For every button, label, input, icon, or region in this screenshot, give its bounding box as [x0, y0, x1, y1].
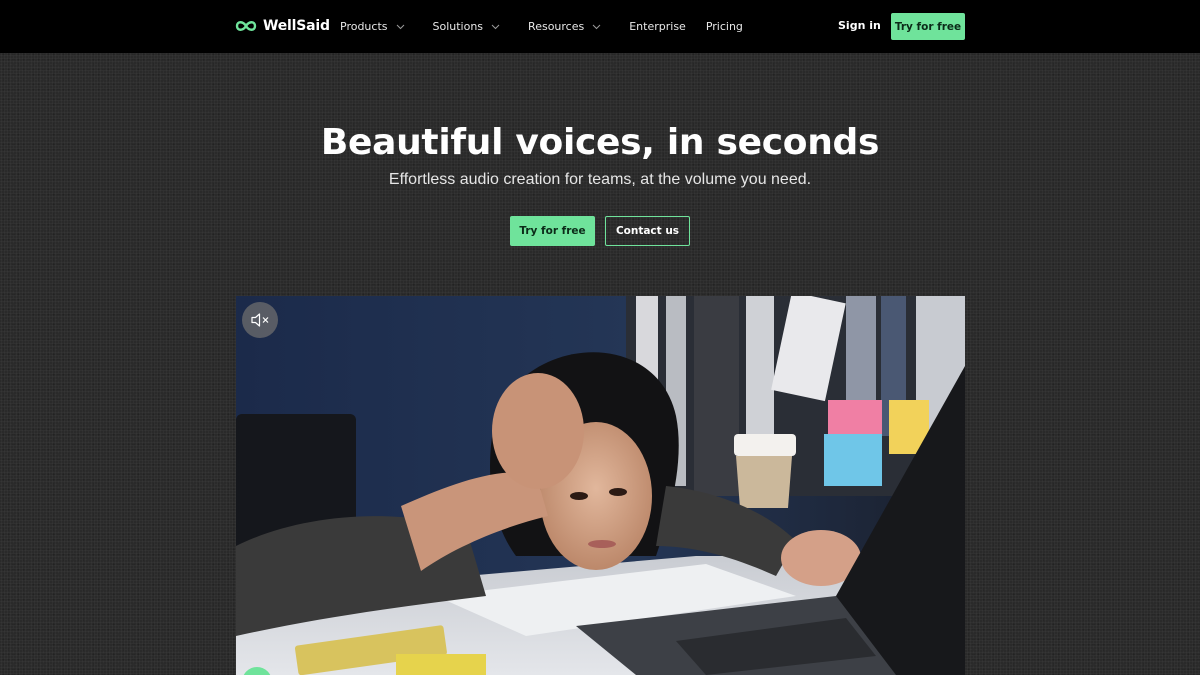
nav-enterprise[interactable]: Enterprise: [629, 20, 686, 33]
nav-pricing-label: Pricing: [705, 20, 743, 33]
nav-resources-label: Resources: [528, 20, 585, 33]
mute-toggle-button[interactable]: [242, 302, 278, 338]
hero-try-free-button[interactable]: Try for free: [510, 216, 595, 246]
contact-us-button[interactable]: Contact us: [605, 216, 690, 246]
nav-solutions[interactable]: Solutions: [433, 20, 501, 33]
nav-enterprise-label: Enterprise: [629, 20, 686, 33]
video-frame-image: [236, 296, 965, 675]
chevron-down-icon: [396, 24, 404, 29]
brand-name: WellSaid: [263, 18, 330, 34]
nav-products[interactable]: Products: [340, 20, 405, 33]
brand-logo[interactable]: WellSaid: [235, 16, 330, 36]
nav-solutions-label: Solutions: [432, 20, 484, 33]
hero-video[interactable]: [236, 296, 965, 675]
hero-subtitle: Effortless audio creation for teams, at …: [388, 171, 812, 188]
top-navbar: WellSaid Products Solutions Resources En…: [0, 0, 1200, 53]
nav-resources[interactable]: Resources: [528, 20, 601, 33]
chevron-down-icon: [592, 24, 601, 29]
sign-in-link[interactable]: Sign in: [838, 19, 881, 32]
nav-try-free-button[interactable]: Try for free: [891, 13, 965, 40]
main-nav: Products Solutions Resources Enterprise …: [340, 0, 763, 53]
chevron-down-icon: [491, 24, 500, 29]
hero-title: Beautiful voices, in seconds: [320, 122, 880, 163]
nav-products-label: Products: [340, 20, 388, 33]
nav-pricing[interactable]: Pricing: [706, 20, 743, 33]
infinity-wave-logo-icon: [235, 21, 257, 31]
speaker-muted-icon: [251, 313, 269, 327]
